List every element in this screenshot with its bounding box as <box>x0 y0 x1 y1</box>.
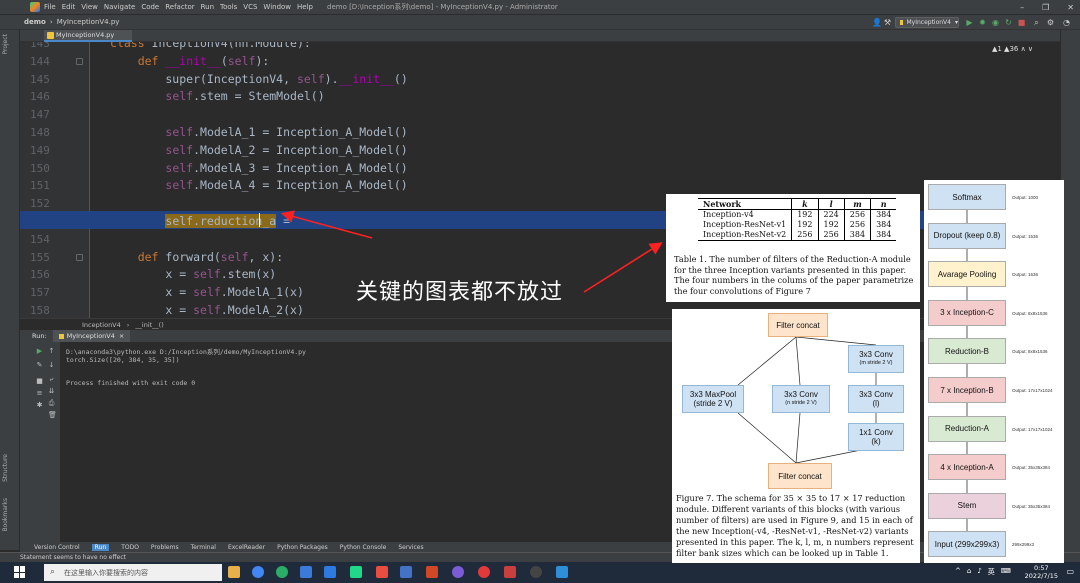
block-output-label: Output: 35x35x384 <box>1012 503 1051 509</box>
block-output-label: Output: 1536 <box>1012 272 1039 278</box>
block-output-label: 299x299x3 <box>1012 542 1035 548</box>
block-output-label: Output: 8x8x1536 <box>1012 310 1048 316</box>
block-output-label: Output: 17x17x1024 <box>1012 388 1053 393</box>
table-cell: 256 <box>843 209 871 220</box>
architecture-block: Reduction-A <box>928 415 1006 442</box>
architecture-block: Stem <box>928 492 1006 519</box>
conv-3x3-n: 3x3 Conv (n stride 2 V) <box>772 385 830 413</box>
table-cell: Inception-v4 <box>703 210 754 219</box>
conv-3x3-m: 3x3 Conv (m stride 2 V) <box>848 345 904 373</box>
table-header-cell: k <box>791 198 818 210</box>
architecture-diagram: Softmax Output: 1000 Dropout (keep 0.8) Out… <box>924 180 1064 563</box>
architecture-block: 7 x Inception-B <box>928 377 1006 403</box>
table-cell: 256 <box>843 220 871 230</box>
architecture-block: 3 x Inception-C <box>928 299 1006 326</box>
arrow-to-table <box>583 242 663 293</box>
table-cell: 192 <box>791 209 818 220</box>
filter-concat-bottom: Filter concat <box>768 463 832 489</box>
table-cell: 384 <box>843 230 871 241</box>
table-caption: Table 1. The number of filters of the Re… <box>674 254 914 296</box>
paper-figure-panel: Filter concat 3x3 Conv (m stride 2 V) 3x3… <box>672 309 920 563</box>
block-output-label: Output: 35x35x384 <box>1012 465 1051 471</box>
table-row: Inception-ResNet-v1 192 192 256 384 <box>698 220 897 230</box>
architecture-block: 4 x Inception-A <box>928 454 1006 481</box>
architecture-block: Reduction-B <box>928 338 1006 365</box>
block-output-label: Output: 8x8x1536 <box>1012 349 1048 355</box>
architecture-block: Avarage Pooling <box>928 261 1006 288</box>
table-row: Inception-v4 192 224 256 384 <box>698 209 897 220</box>
table-cell: 256 <box>817 230 845 241</box>
filters-table: Network k l m n Inception-v4 192 224 256 384 Ince… <box>698 198 897 241</box>
table-cell: 384 <box>870 230 897 241</box>
conv-1x1-k: 1x1 Conv (k) <box>848 423 904 451</box>
block-output-label: Output: 1536 <box>1012 233 1039 239</box>
conv-3x3-l: 3x3 Conv (l) <box>848 385 904 413</box>
figure-caption: Figure 7. The schema for 35 × 35 to 17 ×… <box>676 493 914 558</box>
table-cell: 192 <box>791 220 818 230</box>
table-header-cell: m <box>843 198 871 210</box>
block-output-label: Output: 17x17x1024 <box>1012 426 1053 432</box>
table-cell: 384 <box>870 209 897 220</box>
table-cell: 256 <box>791 230 818 241</box>
table-cell: 192 <box>817 220 845 230</box>
table-cell: Inception-ResNet-v1 <box>703 220 787 229</box>
table-cell: 384 <box>870 220 897 230</box>
arrow-to-code <box>280 210 373 239</box>
overlay-caption: 关键的图表都不放过 <box>356 280 564 305</box>
architecture-block: Dropout (keep 0.8) <box>928 222 1006 249</box>
architecture-block: Input (299x299x3) <box>928 531 1006 558</box>
table-row: Inception-ResNet-v2 256 256 384 384 <box>698 230 897 241</box>
table-header-cell: Network <box>703 199 742 209</box>
table-cell: Inception-ResNet-v2 <box>703 230 787 239</box>
table-header-cell: n <box>870 198 897 210</box>
screen: File Edit View Navigate Code Refactor Run Tools… <box>0 0 1080 583</box>
architecture-block: Softmax <box>928 184 1006 210</box>
table-cell: 224 <box>817 209 845 220</box>
filter-concat-top: Filter concat <box>768 313 828 337</box>
maxpool-3x3: 3x3 MaxPool (stride 2 V) <box>682 385 744 413</box>
table-header-cell: l <box>817 198 845 210</box>
block-output-label: Output: 1000 <box>1012 195 1039 200</box>
paper-table-panel: Network k l m n Inception-v4 192 224 256 384 Ince… <box>666 194 920 302</box>
